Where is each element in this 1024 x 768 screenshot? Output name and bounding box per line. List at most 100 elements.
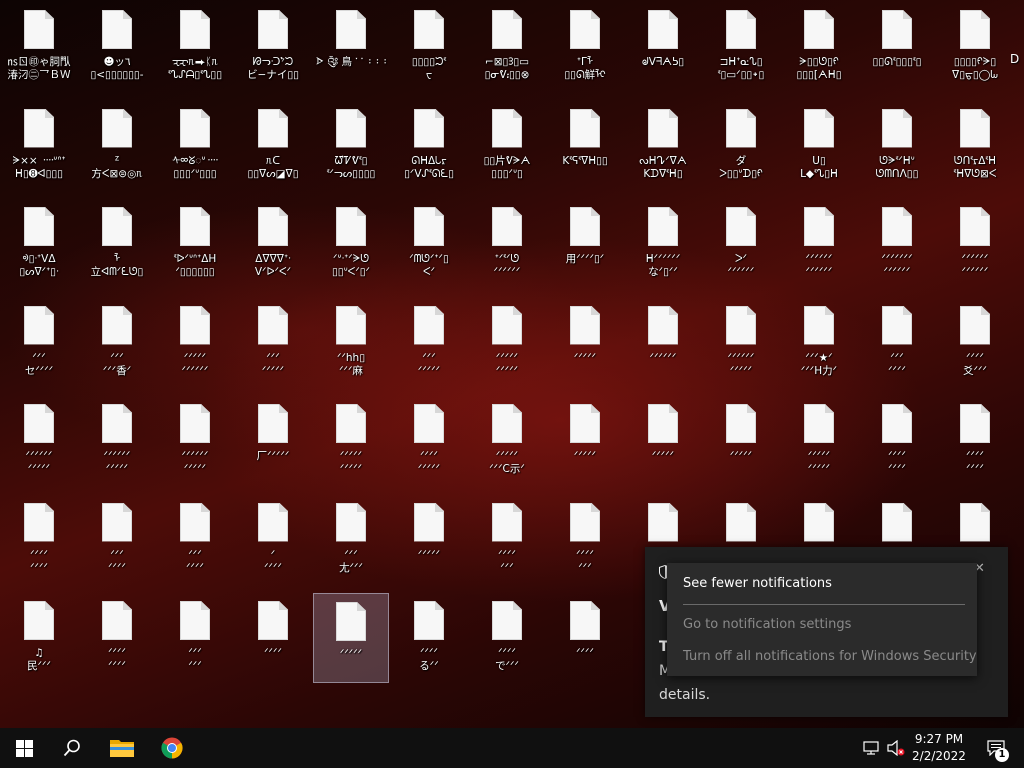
desktop-file-icon[interactable]: Kᓫᕌᓫᐁᕼ▯▯	[547, 101, 623, 191]
desktop-file-icon[interactable]: ᙆ 方ᐸ⊠⊜◎ᥰ	[79, 101, 155, 191]
desktop-file-icon[interactable]: ᐟᐟᐟᐟᐟ ᐟᐟᐟᐟᐟ	[781, 396, 857, 486]
desktop-file-icon[interactable]: ᘙᓓᑝᖮᙂ ビ−ナイ▯▯	[235, 2, 311, 92]
desktop-file-icon[interactable]: ᐟᐟᐟᐟᐟ ᐟᐟᐟᐟᐟ	[313, 396, 389, 486]
desktop-file-icon[interactable]: ᐟᐟᐟ ᐟᐟᐟ	[157, 593, 233, 683]
desktop-file-icon[interactable]: ᢀ▯ᐧᐩᐯᐃ ▯ᔕᐁᐟᐩ▯ᐧ	[1, 199, 77, 289]
desktop-file-icon[interactable]: ᐟᐟᐟᐟᐟᐟ ᐟᐟᐟᐟᐟᐟ	[781, 199, 857, 289]
desktop-file-icon[interactable]: ▯▯▯▯ᠻᗒ▯ ᐁ▯ᠳ▯◯ᘈ	[937, 2, 1013, 92]
desktop-file-icon[interactable]: ᐟᐟᐟᐟ 爻ᐟᐟᐟ	[937, 298, 1013, 388]
desktop-file-icon[interactable]: ᐟᐟᐟᐟ ᐟᐟᐟᐟ	[859, 396, 935, 486]
desktop-file-icon[interactable]: ⊐ᕼᐩᓌᔐ▯ ᓫ▯▭ᐟ▯▯᛭▯	[703, 2, 779, 92]
see-fewer-notifications-item[interactable]: See fewer notifications	[683, 576, 832, 591]
desktop-file-icon[interactable]: ᘎᗒᓫᐟᕼᐡ ᘎᗰᑎᐱ▯▯	[859, 101, 935, 191]
desktop-file-icon[interactable]: ᐟᐟᐟᐟ ᐟᐟᐟ	[469, 495, 545, 585]
desktop-file-icon[interactable]: ᐟᐡᐧᐩᐟᗒᘎ ▯▯ᐡᐸᐟ▯ᐟ	[313, 199, 389, 289]
desktop-file-icon[interactable]: ᐟᗰᘎᐟᐩᐟ▯ ᐸᐟ	[391, 199, 467, 289]
desktop-file-icon[interactable]: ᐟᐟᐟ セᐟᐟᐟᐟ	[1, 298, 77, 388]
desktop-file-icon[interactable]: ☻ッ٦ ▯<▯▯▯▯▯▯-	[79, 2, 155, 92]
desktop-file-icon[interactable]: ᐟᐟᐟᐟᐟᐟ ᐟᐟᐟᐟᐟ	[79, 396, 155, 486]
desktop-file-icon[interactable]: ᐟᐟᐟ ᐟᐟᐟᐟ	[859, 298, 935, 388]
desktop-file-icon[interactable]: ᐟᐟᐟᐟ るᐟᐟ	[391, 593, 467, 683]
desktop-file-icon[interactable]: ᘺᏤᕓᓫ▯ ᓫᐟᓓᔕ▯▯▯▯	[313, 101, 389, 191]
desktop-file-icon[interactable]: ᐃᐁᐁᐁᐩᐧ ᐯᐟᐅᐟᐸᐟ	[235, 199, 311, 289]
system-clock[interactable]: 9:27 PM 2/2/2022	[902, 731, 976, 765]
desktop-file-icon[interactable]: ᘏᕼᐃᘂᠷ ▯ᐟᐯᔑᓫᘏᘍ▯	[391, 101, 467, 191]
desktop-file-icon[interactable]: ㎱ㄖ㊞ゃ䏤閄 ​湷汈㊁乛ＢＷ	[1, 2, 77, 92]
desktop-file-icon[interactable]: ᐟᐟᐟᐟᐟ ᐟᐟᐟC示ᐟ	[469, 396, 545, 486]
desktop-file-icon[interactable]: ᐟᐟᐟᐟᐟᐟᐟ ᐟᐟᐟᐟᐟᐟ	[859, 199, 935, 289]
file-name-label: ᐟᐟᐟᐟ ᐟᐟᐟᐟᐟ	[417, 450, 441, 475]
desktop-file-icon[interactable]: ᗒ▯▯ᘎ▯ᠻ ▯▯▯[ᗅᕼ▯	[781, 2, 857, 92]
network-tray-button[interactable]	[858, 728, 884, 768]
desktop-file-icon[interactable]: ᐩᒥᠯ ▯▯ᘏ觧ᠯᢈ	[547, 2, 623, 92]
document-icon	[102, 207, 132, 246]
desktop-file-icon[interactable]: ᐟᐟᐟᐟᐟ	[313, 593, 389, 683]
desktop-file-icon[interactable]: ᐟᐟᐟᐟᐟᐟ ᐟᐟᐟᐟᐟ	[1, 396, 77, 486]
desktop-file-icon[interactable]: ▯▯片ᕓᗒᗅ ▯▯▯ᐟᐡ▯	[469, 101, 545, 191]
desktop-file-icon[interactable]: ᐟᐟᐟ ᐟᐟᐟᐟᐟ	[235, 298, 311, 388]
desktop-file-icon[interactable]: ᐟᐟᐟᐟᐟ	[703, 396, 779, 486]
desktop-file-icon[interactable]: ᐟᐟᐟᐟᐟᐟ	[625, 298, 701, 388]
notification-settings-item[interactable]: Go to notification settings	[683, 617, 851, 632]
desktop-file-icon[interactable]: ᐟᐟᐟᐟᐟᐟ ᐟᐟᐟᐟᐟ	[157, 396, 233, 486]
desktop-file-icon[interactable]: ᐟᐟᐟ ᐟᐟᐟᐟ	[79, 495, 155, 585]
desktop-file-icon[interactable]: ᐟᐟᐟᐟ ᐟᐟᐟᐟ	[1, 495, 77, 585]
document-icon	[180, 305, 210, 345]
desktop-file-icon[interactable]: ᐟᐟᐟᐟᐟ ᐟᐟᐟᐟᐟ	[469, 298, 545, 388]
desktop-file-icon[interactable]: ᐟᐟᐟᐟᐟ	[547, 396, 623, 486]
chrome-button[interactable]	[148, 728, 196, 768]
desktop-file-icon[interactable]: ⌐⊠▯ᢃ▯▭ ▯ᓂᕓ᎓▯▯⊗	[469, 2, 545, 92]
desktop-file-icon[interactable]: ᐟᐟᐟᐟ	[547, 593, 623, 683]
desktop-file-icon[interactable]: ᥰᑕ ▯▯ᐁᔕ◪ᐁ▯	[235, 101, 311, 191]
desktop-file-icon[interactable]: ᐟᐟᐟᐟᐟ	[391, 495, 467, 585]
desktop-file-icon[interactable]: ᖙᐯᖷᗅᕊ▯	[625, 2, 701, 92]
desktop-file-icon[interactable]: ♫ 民ᐟᐟᐟ	[1, 593, 77, 683]
notification-count-badge: 1	[995, 748, 1009, 762]
desktop-file-icon[interactable]: ᐟᐟᐟᐟ でᐟᐟᐟ	[469, 593, 545, 683]
desktop-file-icon[interactable]: ᐟᐟᐟᐟ	[235, 593, 311, 683]
document-icon	[648, 305, 678, 345]
desktop-file-icon[interactable]: ᘎᑎᓫᠷᐃᓫᕼ ᓫᕼᐁᘎ⊠ᐸ	[937, 101, 1013, 191]
turn-off-notifications-item[interactable]: Turn off all notifications for Windows S…	[683, 649, 977, 664]
desktop-file-icon[interactable]: ᐟᐟhh▯ ᐟᐟᐟ麻	[313, 298, 389, 388]
desktop-file-icon[interactable]: ᐟᐟᐟᐟ ᐟᐟᐟᐟᐟ	[391, 396, 467, 486]
desktop-file-icon[interactable]: ᐟᐟᐟᐟᐟ ᐟᐟᐟᐟᐟᐟ	[157, 298, 233, 388]
desktop-file-icon[interactable]: ᗒ×× ᠁ᐡᐢᐩ ᕼ▯➑ᐊ▯▯▯	[1, 101, 77, 191]
start-button[interactable]	[0, 728, 48, 768]
file-explorer-button[interactable]	[98, 728, 146, 768]
desktop-file-icon[interactable]: ᐟᐟᐟ ᐟᐟᐟ香ᐟ	[79, 298, 155, 388]
desktop-file-icon[interactable]: ᐟᐟᐟᐟᐟᐟ ᐟᐟᐟᐟᐟ	[703, 298, 779, 388]
desktop-file-icon[interactable]: ᗌ ༂ 鳥 ་ ་ ᠄ ᠄ ᠄	[313, 2, 389, 92]
desktop-file-icon[interactable]: ᓫᐅᐟᐡᐢᐩᐃH ᐟ▯▯▯▯▯▯	[157, 199, 233, 289]
desktop-file-icon[interactable]: ▯▯▯▯ᙂᓫ ᠸ	[391, 2, 467, 92]
desktop-file-icon[interactable]: ᑌ▯ ᒪ◆ᓫᔐ▯ᕼ	[781, 101, 857, 191]
desktop-file-icon[interactable]: ᐟᐟᐟᐟᐟᐟ ᐟᐟᐟᐟᐟᐟ	[937, 199, 1013, 289]
desktop-file-icon[interactable]: ᐟᐟᐟᐟᐟ	[625, 396, 701, 486]
desktop-file-icon[interactable]: ᐟᐟᐟᐟ ᐟᐟᐟ	[547, 495, 623, 585]
document-icon	[414, 108, 444, 148]
desktop-file-icon[interactable]: ᠯ 立ᐊᗰᐟᘍᘎ▯	[79, 199, 155, 289]
document-icon	[180, 10, 210, 49]
action-center-button[interactable]	[978, 728, 1014, 768]
desktop-file-icon[interactable]: ᐟᐟᐟᐟᐟ	[547, 298, 623, 388]
desktop-file-icon[interactable]: ᐩᐟᓫᐟᘎ ᐟᐟᐟᐟᐟᐟ	[469, 199, 545, 289]
search-button[interactable]	[48, 728, 96, 768]
desktop-file-icon[interactable]: ᐟᐟᐟ★ᐟ ᐟᐟᐟH力ᐟ	[781, 298, 857, 388]
desktop-file-icon[interactable]: ᐟᐟᐟᐟ ᐟᐟᐟᐟ	[937, 396, 1013, 486]
desktop-file-icon[interactable]: ダ ᐳ▯▯ᐡᗪ▯ᠻ	[703, 101, 779, 191]
desktop-file-icon[interactable]: ▯▯ᘏᓫ▯▯▯ᓫ▯	[859, 2, 935, 92]
desktop-file-icon[interactable]: ᐟ ᐟᐟᐟᐟ	[235, 495, 311, 585]
desktop-file-icon[interactable]: ᐟᐟᐟᐟ ᐟᐟᐟᐟ	[79, 593, 155, 683]
desktop-file-icon[interactable]: ᠽᠽᥰ⮕ᛕᥰ ᓫᔐᔑᗩ▯ᓫᔐ▯▯	[157, 2, 233, 92]
desktop-file-icon[interactable]: ᠰᢁᘜᢆᢆᢆᐡ᠁ ▯▯▯ᐟᐡ▯▯▯	[157, 101, 233, 191]
desktop-file-icon[interactable]: ᐟᐟᐟ 尢ᐟᐟᐟ	[313, 495, 389, 585]
desktop-file-icon[interactable]: ᔓᕼᖊᐟᐁᗅ Kᗪᐁᓫᕼ▯	[625, 101, 701, 191]
desktop-file-icon[interactable]: 用ᐟᐟᐟᐟ▯ᐟ	[547, 199, 623, 289]
desktop-file-icon[interactable]: 厂ᐟᐟᐟᐟᐟ	[235, 396, 311, 486]
desktop-file-icon[interactable]: ᕼᐟᐟᐟᐟᐟᐟ なᐟ▯ᐟᐟ	[625, 199, 701, 289]
document-icon	[492, 502, 522, 542]
desktop-file-icon[interactable]: ᐟᐟᐟ ᐟᐟᐟᐟ	[157, 495, 233, 585]
document-icon	[102, 601, 132, 640]
desktop-file-icon[interactable]: ᐳᐟ ᐟᐟᐟᐟᐟᐟ	[703, 199, 779, 289]
desktop-file-icon[interactable]: ᐟᐟᐟ ᐟᐟᐟᐟᐟ	[391, 298, 467, 388]
